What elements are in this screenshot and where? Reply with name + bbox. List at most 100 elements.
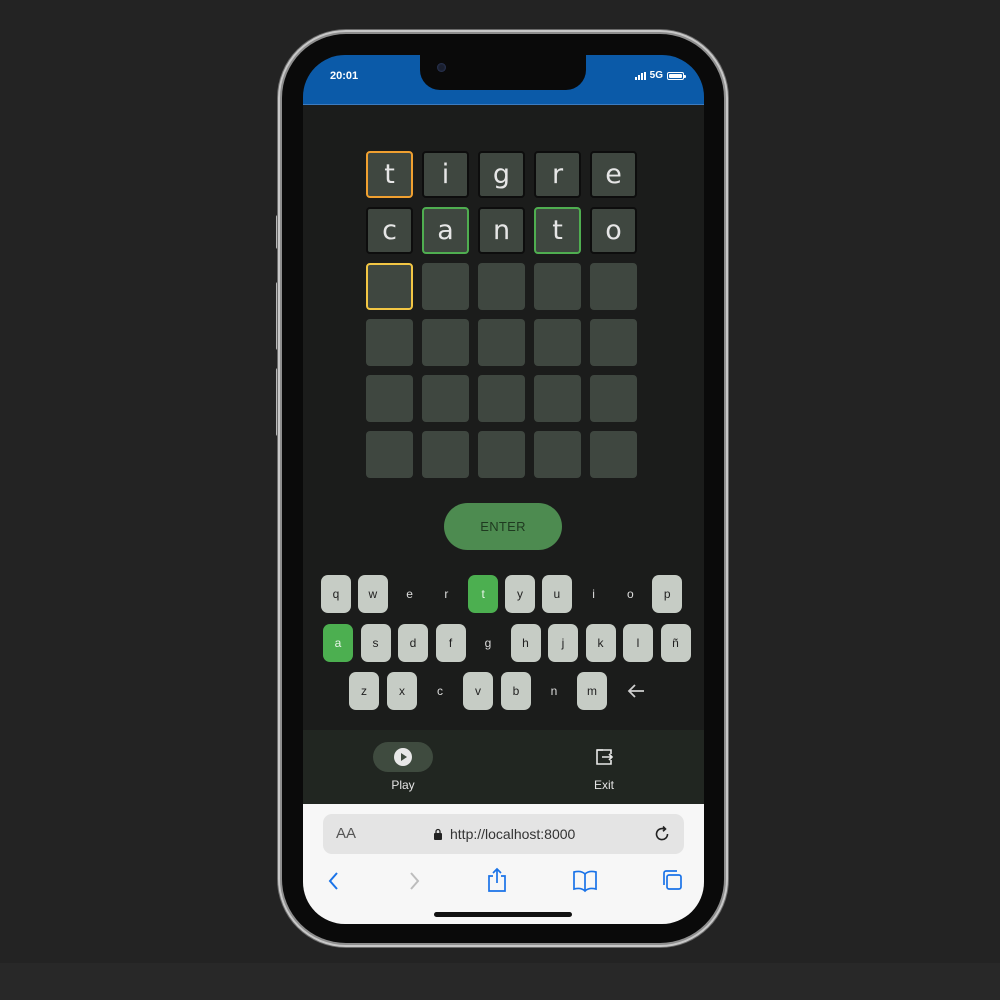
bookmarks-icon[interactable] (572, 867, 598, 893)
board-cell (590, 431, 637, 478)
board-row (366, 263, 637, 310)
board-cell: r (534, 151, 581, 198)
nav-play-label: Play (391, 778, 415, 792)
board-cell (478, 375, 525, 422)
arrow-left-icon (627, 684, 644, 698)
nav-exit-label: Exit (593, 778, 614, 792)
exit-icon (596, 749, 614, 765)
play-circle-icon (394, 748, 412, 766)
board-cell (366, 375, 413, 422)
board-cell (478, 431, 525, 478)
key-p[interactable]: p (652, 575, 683, 613)
mute-switch (276, 215, 281, 249)
share-icon[interactable] (486, 867, 508, 893)
url-text: http://localhost:8000 (450, 826, 576, 842)
backspace-key[interactable] (621, 672, 651, 710)
key-x[interactable]: x (387, 672, 417, 710)
key-b[interactable]: b (501, 672, 531, 710)
board-cell: i (422, 151, 469, 198)
board-cell: o (590, 207, 637, 254)
key-u[interactable]: u (541, 575, 572, 613)
key-s[interactable]: s (360, 624, 391, 662)
network-label: 5G (649, 70, 663, 81)
key-n[interactable]: n (539, 672, 569, 710)
text-size-label: AA (336, 825, 357, 842)
board-cell (534, 431, 581, 478)
key-h[interactable]: h (510, 624, 541, 662)
browser-chrome: AA http://localhost:8000 (303, 804, 704, 924)
key-j[interactable]: j (548, 624, 578, 662)
phone-screen: 20:01 5G tigrecanto ENTER qwertyuiopasdf… (303, 55, 704, 924)
key-o[interactable]: o (615, 575, 645, 613)
board-cell: g (478, 151, 525, 198)
key-r[interactable]: r (431, 575, 461, 613)
board-cell (590, 263, 637, 310)
key-m[interactable]: m (577, 672, 607, 710)
key-l[interactable]: l (623, 624, 653, 662)
camera-icon (437, 63, 446, 72)
lock-icon (434, 828, 442, 840)
board-cell: c (366, 207, 413, 254)
board-cell: t (534, 207, 581, 254)
board-cell: e (590, 151, 637, 198)
board-cell (366, 263, 413, 310)
battery-icon (667, 71, 686, 80)
board-cell: n (478, 207, 525, 254)
key-d[interactable]: d (398, 624, 428, 662)
board-cell: a (422, 207, 469, 254)
board-cell (590, 319, 637, 366)
nav-item-play[interactable]: Play (353, 742, 453, 792)
board-row (366, 319, 637, 366)
board-cell: t (366, 151, 413, 198)
key-y[interactable]: y (505, 575, 535, 613)
board-row (366, 431, 637, 478)
key-v[interactable]: v (463, 672, 493, 710)
forward-icon[interactable] (407, 867, 421, 895)
board-cell (534, 263, 581, 310)
board-cell (366, 431, 413, 478)
key-c[interactable]: c (425, 672, 455, 710)
board-cell (534, 319, 581, 366)
tabs-icon[interactable] (660, 867, 684, 893)
address-bar[interactable]: AA http://localhost:8000 (323, 814, 684, 854)
board-row: canto (366, 207, 637, 254)
page-bottom-strip (0, 963, 1000, 1000)
board-cell (422, 375, 469, 422)
key-t[interactable]: t (468, 575, 499, 613)
board-cell (422, 263, 469, 310)
key-q[interactable]: q (321, 575, 351, 613)
power-button (724, 305, 729, 411)
key-z[interactable]: z (349, 672, 379, 710)
status-bar: 20:01 5G (303, 55, 704, 105)
signal-icon (634, 71, 646, 80)
board-row (366, 375, 637, 422)
key-w[interactable]: w (357, 575, 388, 613)
status-time: 20:01 (330, 70, 359, 82)
back-icon[interactable] (327, 867, 341, 895)
nav-item-exit[interactable]: Exit (554, 742, 654, 792)
volume-down-button (276, 368, 281, 436)
board-cell (422, 319, 469, 366)
board-cell (478, 263, 525, 310)
home-indicator (434, 912, 572, 917)
reload-icon[interactable] (652, 824, 672, 844)
board-cell (478, 319, 525, 366)
board-row: tigre (366, 151, 637, 198)
notch (420, 55, 586, 90)
key-e[interactable]: e (395, 575, 425, 613)
status-indicators: 5G (634, 70, 686, 81)
volume-up-button (276, 282, 281, 350)
board-cell (366, 319, 413, 366)
board-cell (422, 431, 469, 478)
key-g[interactable]: g (473, 624, 503, 662)
key-a[interactable]: a (323, 624, 353, 662)
game-board: tigrecanto (366, 151, 637, 487)
enter-button[interactable]: ENTER (444, 503, 562, 550)
text-size-button[interactable]: AA (336, 825, 356, 842)
key-i[interactable]: i (579, 575, 609, 613)
key-k[interactable]: k (585, 624, 616, 662)
board-cell (590, 375, 637, 422)
nav-play-indicator (373, 742, 433, 772)
key-ñ[interactable]: ñ (660, 624, 691, 662)
key-f[interactable]: f (435, 624, 466, 662)
